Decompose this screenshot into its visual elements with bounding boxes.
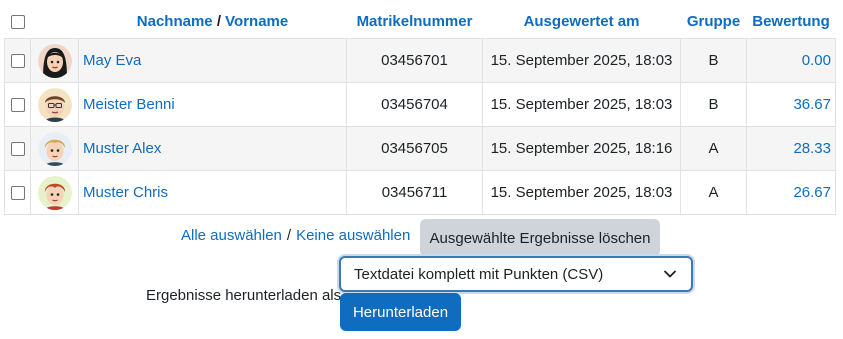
row-checkbox-cell: [4, 38, 31, 83]
grade-cell: 36.67: [746, 82, 836, 127]
row-checkbox[interactable]: [10, 142, 25, 157]
row-checkbox[interactable]: [10, 98, 25, 113]
sort-by-evaluated-link[interactable]: Ausgewertet am: [524, 13, 640, 30]
grade-link[interactable]: 0.00: [802, 52, 831, 69]
name-cell: Muster Chris: [78, 170, 347, 215]
sort-by-firstname-link[interactable]: Vorname: [225, 13, 288, 30]
user-name-link[interactable]: Muster Chris: [83, 184, 168, 201]
group-cell: A: [680, 170, 747, 215]
idnumber-cell: 03456705: [346, 126, 483, 171]
delete-selected-button[interactable]: Ausgewählte Ergebnisse löschen: [420, 219, 660, 257]
group-cell: B: [680, 38, 747, 83]
user-name-link[interactable]: May Eva: [83, 52, 141, 69]
evaluated-cell: 15. September 2025, 18:03: [482, 170, 681, 215]
download-format-value: Textdatei komplett mit Punkten (CSV): [354, 266, 604, 283]
sort-by-lastname-link[interactable]: Nachname: [137, 13, 213, 30]
selection-links: Alle auswählen / Keine auswählen: [181, 227, 410, 244]
grade-cell: 28.33: [746, 126, 836, 171]
grade-link[interactable]: 36.67: [793, 96, 831, 113]
idnumber-cell: 03456704: [346, 82, 483, 127]
select-all-header-cell: [4, 4, 31, 39]
selection-separator: /: [286, 227, 292, 244]
male-avatar-red-hair-icon[interactable]: [37, 175, 72, 210]
idnumber-cell: 03456711: [346, 170, 483, 215]
idnumber-cell: 03456701: [346, 38, 483, 83]
grade-link[interactable]: 28.33: [793, 140, 831, 157]
row-checkbox-cell: [4, 170, 31, 215]
table-row: May Eva 03456701 15. September 2025, 18:…: [4, 38, 836, 83]
avatar-cell: [30, 38, 79, 83]
select-all-checkbox[interactable]: [10, 14, 25, 29]
name-header-separator: /: [216, 12, 221, 30]
group-cell: A: [680, 126, 747, 171]
sort-by-group-link[interactable]: Gruppe: [687, 13, 740, 30]
female-avatar-icon[interactable]: [37, 43, 72, 78]
results-table: Nachname / Vorname Matrikelnummer Ausgew…: [4, 4, 836, 215]
row-checkbox[interactable]: [10, 186, 25, 201]
grade-header: Bewertung: [746, 4, 836, 39]
evaluated-header: Ausgewertet am: [482, 4, 681, 39]
avatar-cell: [30, 170, 79, 215]
download-label: Ergebnisse herunterladen als:: [146, 287, 346, 304]
user-name-link[interactable]: Meister Benni: [83, 96, 175, 113]
name-header: Nachname / Vorname: [78, 4, 347, 39]
download-button[interactable]: Herunterladen: [340, 293, 461, 331]
table-row: Muster Chris 03456711 15. September 2025…: [4, 170, 836, 215]
group-cell: B: [680, 82, 747, 127]
download-format-select[interactable]: Textdatei komplett mit Punkten (CSV): [339, 256, 693, 292]
sort-by-grade-link[interactable]: Bewertung: [752, 13, 830, 30]
table-header-row: Nachname / Vorname Matrikelnummer Ausgew…: [4, 4, 836, 39]
name-cell: May Eva: [78, 38, 347, 83]
select-none-link[interactable]: Keine auswählen: [296, 227, 410, 244]
evaluated-cell: 15. September 2025, 18:16: [482, 126, 681, 171]
male-avatar-blond-icon[interactable]: [37, 131, 72, 166]
avatar-header-cell: [30, 4, 79, 39]
male-avatar-glasses-icon[interactable]: [37, 87, 72, 122]
avatar-cell: [30, 126, 79, 171]
row-checkbox-cell: [4, 126, 31, 171]
grade-link[interactable]: 26.67: [793, 184, 831, 201]
grade-cell: 0.00: [746, 38, 836, 83]
name-cell: Meister Benni: [78, 82, 347, 127]
idnumber-header: Matrikelnummer: [346, 4, 483, 39]
group-header: Gruppe: [680, 4, 747, 39]
sort-by-idnumber-link[interactable]: Matrikelnummer: [357, 13, 473, 30]
grade-cell: 26.67: [746, 170, 836, 215]
chevron-down-icon: [663, 267, 677, 285]
table-row: Muster Alex 03456705 15. September 2025,…: [4, 126, 836, 171]
row-checkbox-cell: [4, 82, 31, 127]
evaluated-cell: 15. September 2025, 18:03: [482, 38, 681, 83]
avatar-cell: [30, 82, 79, 127]
user-name-link[interactable]: Muster Alex: [83, 140, 161, 157]
row-checkbox[interactable]: [10, 54, 25, 69]
select-all-link[interactable]: Alle auswählen: [181, 227, 282, 244]
name-cell: Muster Alex: [78, 126, 347, 171]
table-row: Meister Benni 03456704 15. September 202…: [4, 82, 836, 127]
evaluated-cell: 15. September 2025, 18:03: [482, 82, 681, 127]
